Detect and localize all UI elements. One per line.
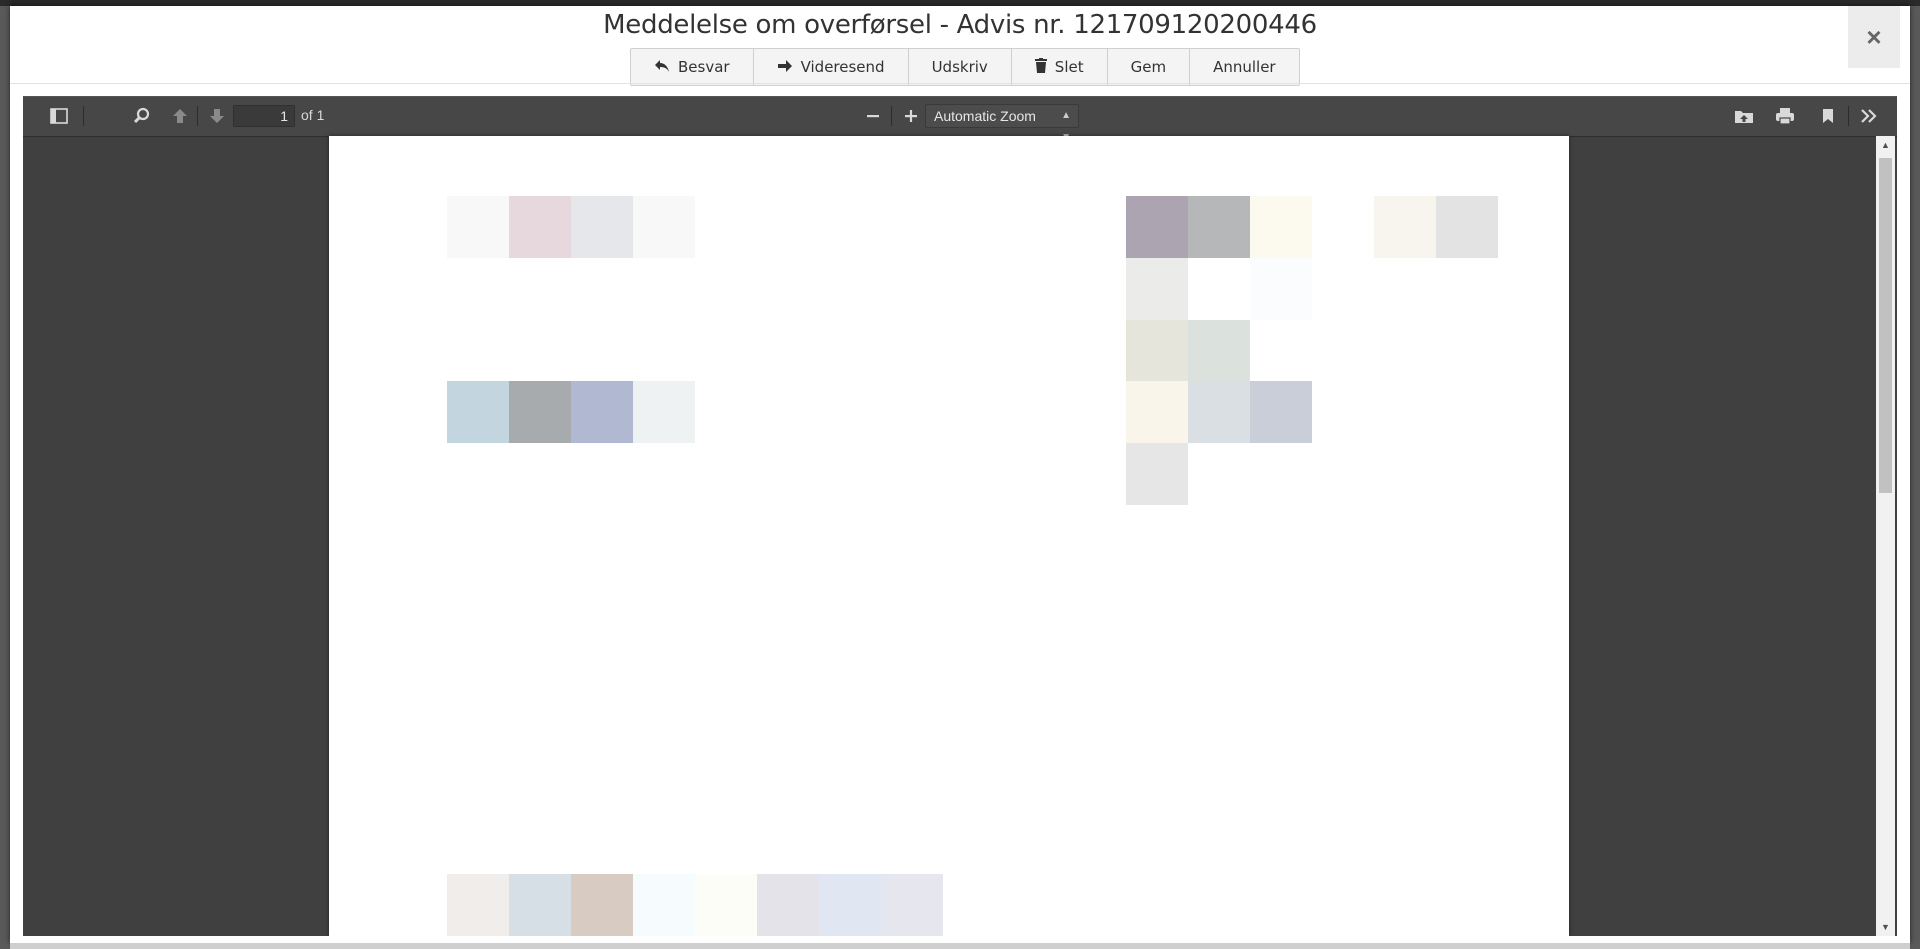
redacted-block (1374, 196, 1436, 258)
redacted-block (571, 874, 633, 936)
double-chevron-right-icon[interactable] (1855, 104, 1883, 128)
modal-bottom-edge (10, 943, 1910, 949)
forward-arrow-icon (777, 58, 793, 77)
redacted-block (1126, 443, 1188, 505)
redacted-block (1126, 320, 1188, 382)
scroll-up-icon[interactable]: ▲ (1876, 138, 1895, 152)
redacted-block (509, 381, 571, 443)
save-label: Gem (1130, 58, 1167, 76)
search-icon[interactable] (128, 104, 156, 128)
print-label: Udskriv (931, 58, 988, 76)
plus-icon[interactable] (897, 104, 925, 128)
toolbar-separator (197, 106, 198, 126)
sidebar-toggle-icon[interactable] (45, 104, 73, 128)
forward-label: Videresend (800, 58, 885, 76)
bookmark-icon[interactable] (1814, 104, 1842, 128)
close-button[interactable]: × (1848, 6, 1900, 68)
forward-button[interactable]: Videresend (754, 49, 909, 85)
reply-label: Besvar (678, 58, 730, 76)
zoom-value: Automatic Zoom (934, 108, 1036, 124)
delete-label: Slet (1054, 58, 1084, 76)
cancel-button[interactable]: Annuller (1190, 49, 1299, 85)
delete-button[interactable]: Slet (1012, 49, 1108, 85)
redacted-block (571, 381, 633, 443)
redacted-block (819, 874, 881, 936)
redacted-block (1436, 196, 1498, 258)
reply-icon (654, 58, 670, 77)
message-toolbar: Besvar Videresend Udskriv Slet Gem Annul… (630, 48, 1300, 86)
scrollbar-thumb[interactable] (1879, 158, 1892, 493)
vertical-scrollbar[interactable]: ▲ ▼ (1876, 136, 1895, 936)
pdf-toolbar: 1 of 1 Automatic Zoom ▲▼ (23, 96, 1897, 143)
redacted-block (447, 381, 509, 443)
arrow-up-icon[interactable] (166, 104, 194, 128)
toolbar-separator (83, 106, 84, 126)
redacted-block (509, 196, 571, 258)
redacted-block (881, 874, 943, 936)
redacted-block (633, 381, 695, 443)
redacted-block (1250, 258, 1312, 320)
print-button[interactable]: Udskriv (909, 49, 1012, 85)
redacted-block (633, 874, 695, 936)
redacted-block (1126, 381, 1188, 443)
redacted-block (757, 874, 819, 936)
page-number-input[interactable]: 1 (233, 105, 295, 127)
redacted-block (1250, 196, 1312, 258)
zoom-select[interactable]: Automatic Zoom ▲▼ (925, 104, 1079, 143)
redacted-block (1250, 381, 1312, 443)
redacted-block (1188, 381, 1250, 443)
cancel-label: Annuller (1213, 58, 1276, 76)
message-dialog: Meddelelse om overførsel - Advis nr. 121… (10, 6, 1910, 943)
pdf-page (329, 136, 1569, 936)
header-divider (10, 83, 1910, 84)
open-file-icon[interactable] (1730, 104, 1758, 128)
save-button[interactable]: Gem (1108, 49, 1191, 85)
toolbar-separator (891, 106, 892, 126)
toolbar-separator (1848, 106, 1849, 126)
redacted-block (571, 196, 633, 258)
dialog-title: Meddelelse om overførsel - Advis nr. 121… (603, 10, 1317, 40)
page-count-label: of 1 (301, 107, 325, 123)
redacted-block (447, 196, 509, 258)
trash-icon (1034, 57, 1047, 77)
redacted-block (1126, 196, 1188, 258)
redacted-block (1126, 258, 1188, 320)
redacted-block (447, 874, 509, 936)
minus-icon[interactable] (859, 104, 887, 128)
arrow-down-icon[interactable] (203, 104, 231, 128)
redacted-block (1188, 196, 1250, 258)
scroll-down-icon[interactable]: ▼ (1876, 920, 1895, 934)
pdf-viewer: 1 of 1 Automatic Zoom ▲▼ (23, 96, 1897, 936)
redacted-block (509, 874, 571, 936)
redacted-block (633, 196, 695, 258)
redacted-block (1188, 320, 1250, 382)
redacted-block (695, 874, 757, 936)
reply-button[interactable]: Besvar (631, 49, 754, 85)
print-icon[interactable] (1771, 104, 1799, 128)
